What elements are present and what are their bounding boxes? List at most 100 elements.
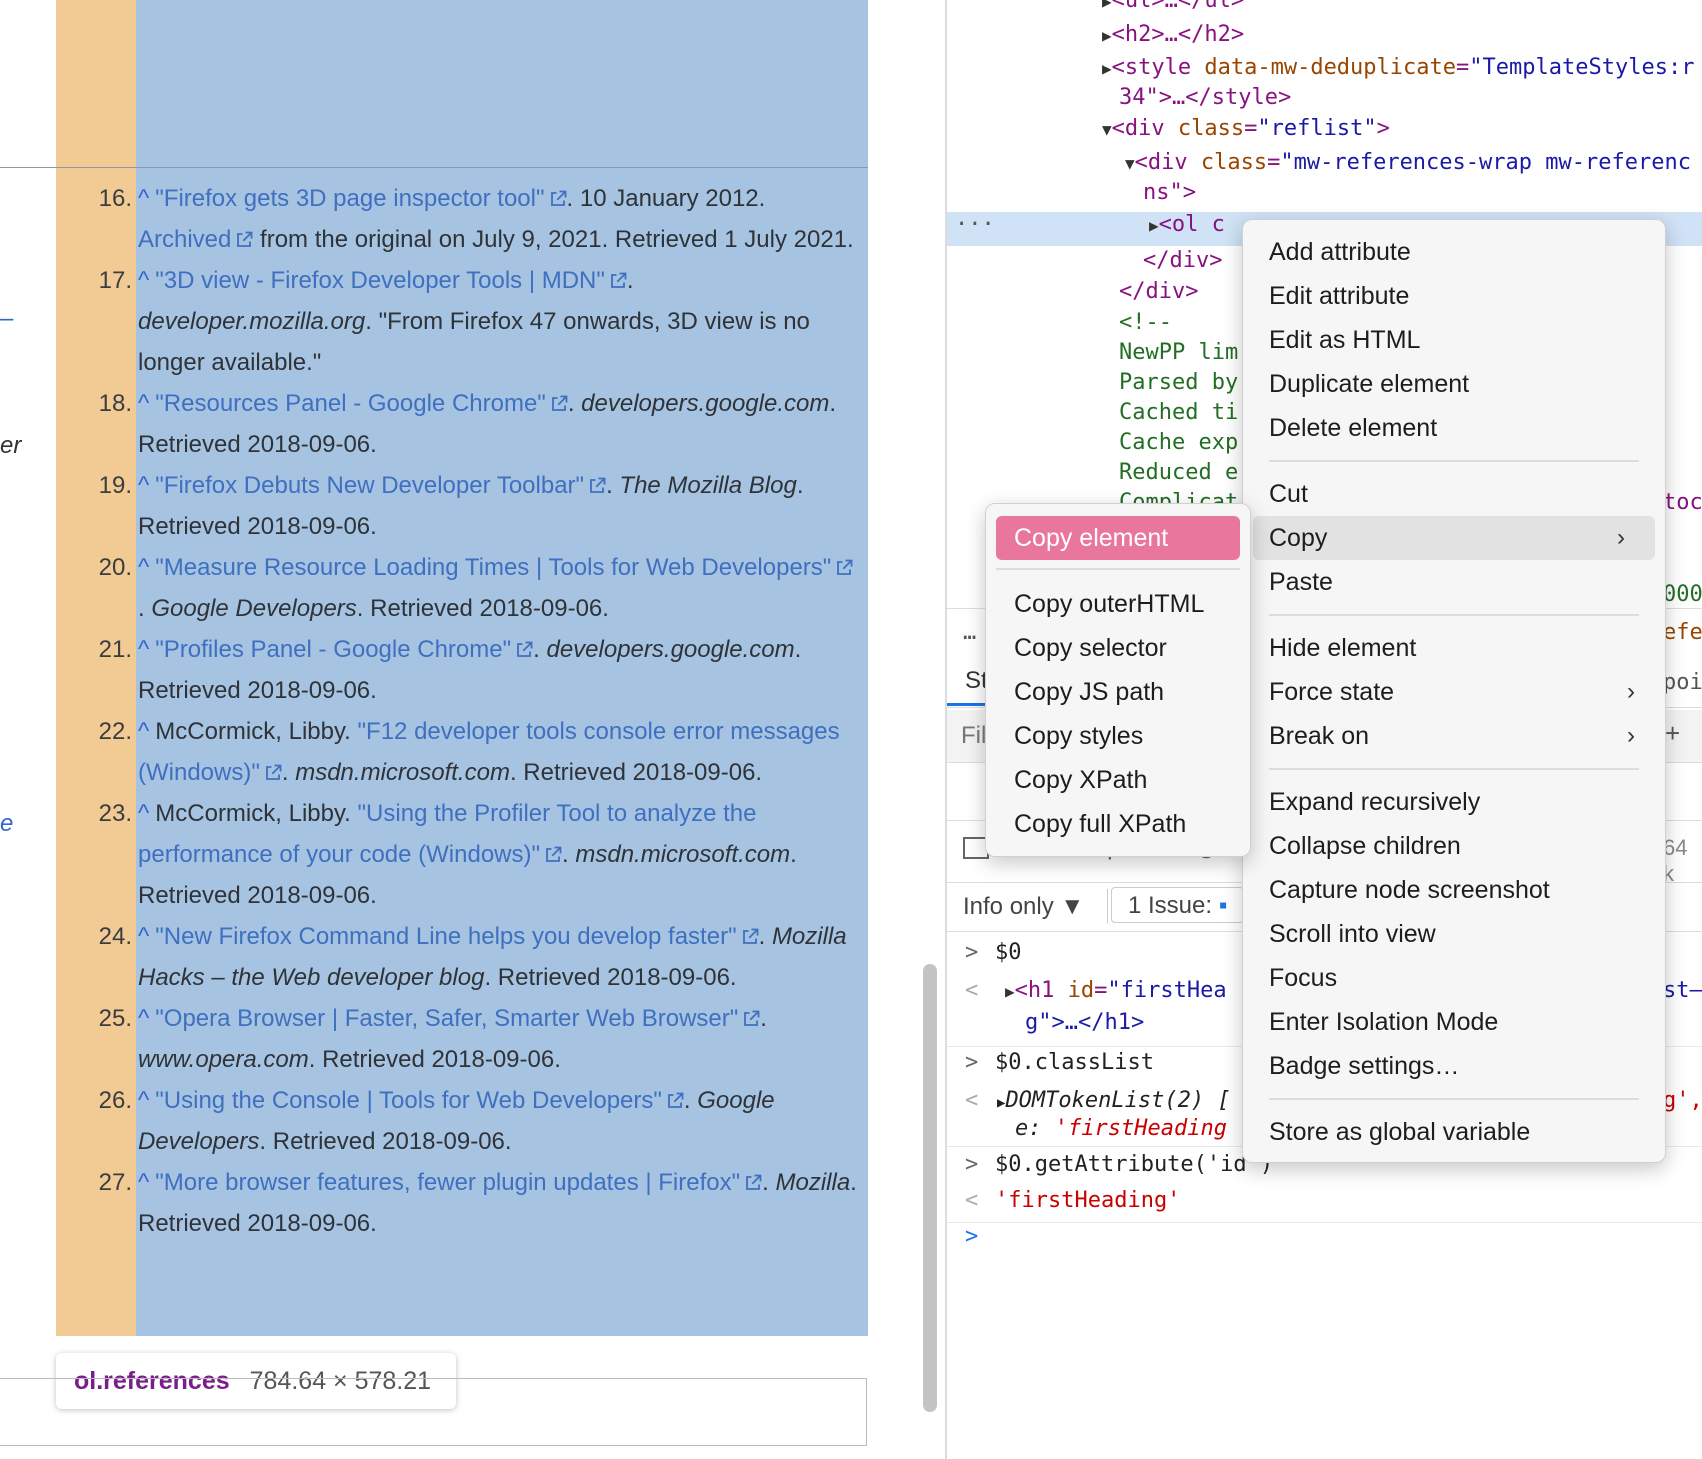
console-command[interactable]: $0: [995, 940, 1022, 965]
reference-plain-text: . Retrieved 2018-09-06.: [509, 759, 763, 786]
menu-focus[interactable]: Focus: [1243, 956, 1665, 1000]
reference-link[interactable]: "Using the Console | Tools for Web Devel…: [155, 1087, 662, 1114]
backlink-caret[interactable]: ^: [138, 267, 149, 294]
page-bottom-box: [0, 1378, 867, 1446]
dom-node-h2[interactable]: ▶<h2>…</h2>: [1102, 22, 1244, 47]
dom-comment-line: Cache exp: [1119, 430, 1239, 455]
dom-fragment-efer: efer: [1663, 620, 1702, 645]
backlink-caret[interactable]: ^: [138, 718, 149, 745]
reference-link[interactable]: "Opera Browser | Faster, Safer, Smarter …: [155, 1005, 738, 1032]
console-result-h1[interactable]: ▶<h1 id="firstHea: [1005, 978, 1227, 1003]
menu-copy-element[interactable]: Copy element: [996, 516, 1240, 560]
expand-triangle-icon[interactable]: ▶: [1102, 26, 1112, 45]
backlink-caret[interactable]: ^: [138, 1169, 149, 1196]
styles-filter-input[interactable]: Fil: [961, 722, 986, 750]
reference-plain-text: .: [683, 1087, 698, 1114]
dom-node-references-wrap[interactable]: ▼<div class="mw-references-wrap mw-refer…: [1125, 150, 1691, 175]
console-result-classlist[interactable]: ▶DOMTokenList(2) [: [997, 1088, 1231, 1113]
backlink-caret[interactable]: ^: [138, 800, 149, 827]
backlink-caret[interactable]: ^: [138, 554, 149, 581]
backlink-caret[interactable]: ^: [138, 636, 149, 663]
dom-comment-open[interactable]: <!--: [1119, 310, 1172, 335]
page-scrollbar[interactable]: [923, 964, 937, 1412]
backlink-caret[interactable]: ^: [138, 472, 149, 499]
collapse-triangle-icon[interactable]: ▼: [1125, 154, 1135, 173]
dom-close-div-2[interactable]: </div>: [1119, 279, 1198, 304]
reference-link[interactable]: Archived: [138, 226, 231, 253]
reference-plain-text: .: [562, 841, 576, 868]
backlink-caret[interactable]: ^: [138, 923, 149, 950]
console-prompt-icon: >: [965, 1050, 979, 1075]
menu-edit-attribute[interactable]: Edit attribute: [1243, 274, 1665, 318]
menu-copy[interactable]: Copy ›: [1253, 516, 1655, 560]
reference-number: 17.: [98, 267, 132, 294]
reference-link[interactable]: "New Firefox Command Line helps you deve…: [155, 923, 736, 950]
menu-cut[interactable]: Cut: [1243, 472, 1665, 516]
collapse-triangle-icon[interactable]: ▼: [1102, 120, 1112, 139]
expand-triangle-icon[interactable]: ▶: [1102, 59, 1112, 78]
menu-force-state[interactable]: Force state ›: [1243, 670, 1665, 714]
log-level-dropdown[interactable]: Info only ▼: [963, 893, 1084, 921]
menu-add-attribute[interactable]: Add attribute: [1243, 230, 1665, 274]
menu-duplicate-element[interactable]: Duplicate element: [1243, 362, 1665, 406]
expand-triangle-icon[interactable]: ▶: [1102, 0, 1112, 11]
reference-link[interactable]: "Profiles Panel - Google Chrome": [155, 636, 511, 663]
menu-scroll-into-view[interactable]: Scroll into view: [1243, 912, 1665, 956]
backlink-caret[interactable]: ^: [138, 1005, 149, 1032]
reference-item: 23. ^ McCormick, Libby. "Using the Profile…: [56, 793, 868, 916]
dom-node-ol-references[interactable]: ▶<ol c: [1149, 212, 1225, 237]
reference-link[interactable]: "3D view - Firefox Developer Tools | MDN…: [155, 267, 605, 294]
dom-node-ul[interactable]: ▶<ul>…</ul>: [1102, 0, 1244, 13]
reference-text: ^ McCormick, Libby. "F12 developer tools …: [138, 711, 868, 793]
console-command[interactable]: $0.classList: [995, 1050, 1154, 1075]
dom-fragment-toc: toc: [1663, 490, 1702, 515]
breadcrumb-ellipsis[interactable]: …: [963, 620, 976, 645]
reference-number: 23.: [98, 800, 132, 827]
backlink-caret[interactable]: ^: [138, 1087, 149, 1114]
menu-expand-recursively[interactable]: Expand recursively: [1243, 780, 1665, 824]
menu-break-on[interactable]: Break on ›: [1243, 714, 1665, 758]
menu-copy-outerhtml[interactable]: Copy outerHTML: [986, 582, 1250, 626]
console-input-prompt[interactable]: >: [965, 1224, 978, 1249]
node-actions-ellipsis[interactable]: ···: [955, 212, 995, 237]
menu-copy-styles[interactable]: Copy styles: [986, 714, 1250, 758]
reference-source: developers.google.com: [546, 636, 795, 663]
menu-capture-node-screenshot[interactable]: Capture node screenshot: [1243, 868, 1665, 912]
add-rule-icon[interactable]: +: [1665, 718, 1680, 749]
menu-delete-element[interactable]: Delete element: [1243, 406, 1665, 450]
menu-copy-js-path[interactable]: Copy JS path: [986, 670, 1250, 714]
reference-link[interactable]: "Resources Panel - Google Chrome": [155, 390, 546, 417]
menu-collapse-children[interactable]: Collapse children: [1243, 824, 1665, 868]
menu-copy-selector[interactable]: Copy selector: [986, 626, 1250, 670]
console-command[interactable]: $0.getAttribute('id'): [995, 1152, 1273, 1177]
issues-button[interactable]: 1 Issue: ▪: [1111, 887, 1245, 923]
chevron-right-icon: ›: [1627, 722, 1635, 749]
dom-node-style[interactable]: ▶<style data-mw-deduplicate="TemplateSty…: [1102, 55, 1694, 80]
external-link-icon: [835, 549, 853, 575]
console-result-string[interactable]: 'firstHeading': [995, 1188, 1180, 1213]
dom-comment-line: Parsed by: [1119, 370, 1239, 395]
menu-badge-settings[interactable]: Badge settings…: [1243, 1044, 1665, 1088]
reference-plain-text: .: [758, 923, 772, 950]
dom-close-div-1[interactable]: </div>: [1143, 248, 1222, 273]
dom-node-reflist[interactable]: ▼<div class="reflist">: [1102, 116, 1390, 141]
backlink-caret[interactable]: ^: [138, 185, 149, 212]
reference-link[interactable]: "More browser features, fewer plugin upd…: [155, 1169, 740, 1196]
menu-enter-isolation-mode[interactable]: Enter Isolation Mode: [1243, 1000, 1665, 1044]
menu-copy-full-xpath[interactable]: Copy full XPath: [986, 802, 1250, 846]
menu-store-as-global-variable[interactable]: Store as global variable: [1243, 1110, 1665, 1154]
menu-hide-element[interactable]: Hide element: [1243, 626, 1665, 670]
menu-separator: [996, 568, 1240, 570]
reference-text: ^ "More browser features, fewer plugin up…: [138, 1162, 868, 1244]
reference-link[interactable]: "Measure Resource Loading Times | Tools …: [155, 554, 831, 581]
external-link-icon: [264, 754, 282, 780]
menu-paste[interactable]: Paste: [1243, 560, 1665, 604]
backlink-caret[interactable]: ^: [138, 390, 149, 417]
expand-triangle-icon[interactable]: ▶: [1005, 982, 1015, 1001]
menu-copy-xpath[interactable]: Copy XPath: [986, 758, 1250, 802]
reference-link[interactable]: "Firefox gets 3D page inspector tool": [155, 185, 544, 212]
reference-link[interactable]: "Firefox Debuts New Developer Toolbar": [155, 472, 584, 499]
menu-edit-as-html[interactable]: Edit as HTML: [1243, 318, 1665, 362]
reference-number: 19.: [98, 472, 132, 499]
expand-triangle-icon[interactable]: ▶: [1149, 216, 1159, 235]
